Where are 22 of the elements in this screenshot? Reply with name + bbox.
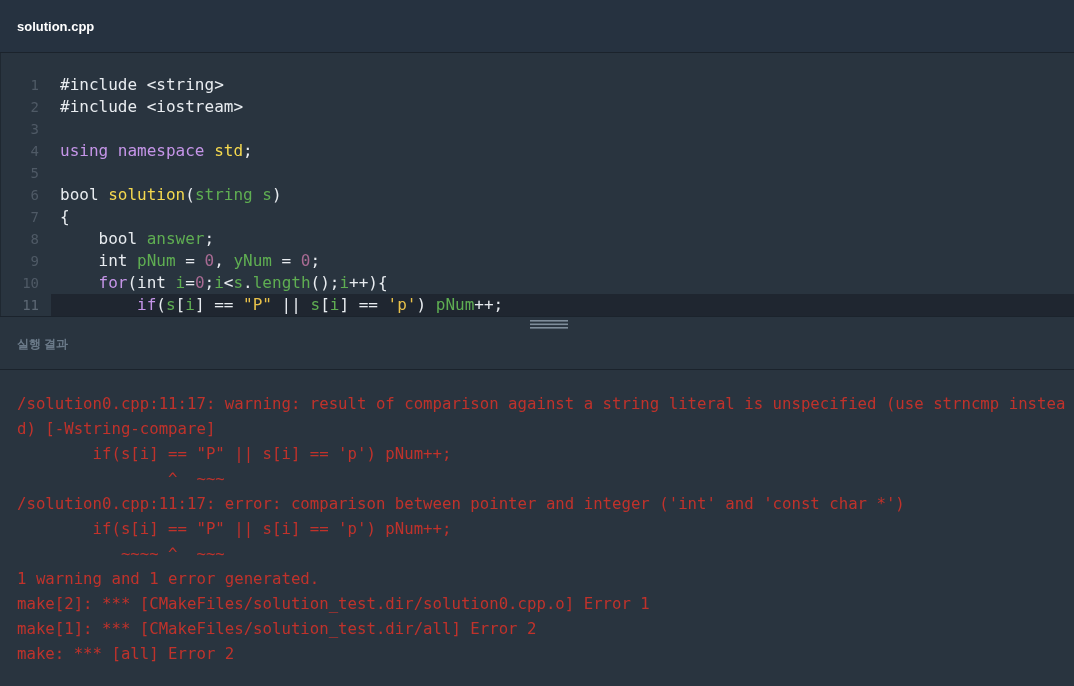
output-line: make: *** [all] Error 2 xyxy=(17,643,235,665)
output-title: 실행 결과 xyxy=(17,335,69,353)
code-line: using namespace std; xyxy=(59,140,254,162)
code-line: { xyxy=(59,206,71,228)
resize-handle-icon[interactable] xyxy=(530,320,568,329)
code-line: for(int i=0;i<s.length();i++){ xyxy=(97,272,389,294)
code-line: int pNum = 0, yNum = 0; xyxy=(97,250,322,272)
output-line: make[1]: *** [CMakeFiles/solution_test.dir/all] Error 2 xyxy=(17,618,537,640)
output-line: d) [-Wstring-compare] xyxy=(17,418,216,440)
code-line: #include <iostream> xyxy=(59,96,245,118)
code-line: bool solution(string s) xyxy=(59,184,283,206)
output-line: ~~~~ ^ ~~~ xyxy=(119,543,225,565)
code-line: #include <string> xyxy=(59,74,225,96)
file-name: solution.cpp xyxy=(17,18,95,34)
output-line: /solution0.cpp:11:17: error: comparison between pointer and integer ('int' and 'const char *') xyxy=(17,493,905,515)
code-line: bool answer; xyxy=(97,228,216,250)
output-line: make[2]: *** [CMakeFiles/solution_test.dir/solution0.cpp.o] Error 1 xyxy=(17,593,650,615)
output-line: ^ ~~~ xyxy=(167,468,225,490)
output-line: if(s[i] == "P" || s[i] == 'p') pNum++; xyxy=(91,518,452,540)
output-line: if(s[i] == "P" || s[i] == 'p') pNum++; xyxy=(91,443,452,465)
output-line: 1 warning and 1 error generated. xyxy=(17,568,320,590)
output-line: /solution0.cpp:11:17: warning: result of comparison against a string literal is unspecified (use strncmp instea xyxy=(17,393,1066,415)
